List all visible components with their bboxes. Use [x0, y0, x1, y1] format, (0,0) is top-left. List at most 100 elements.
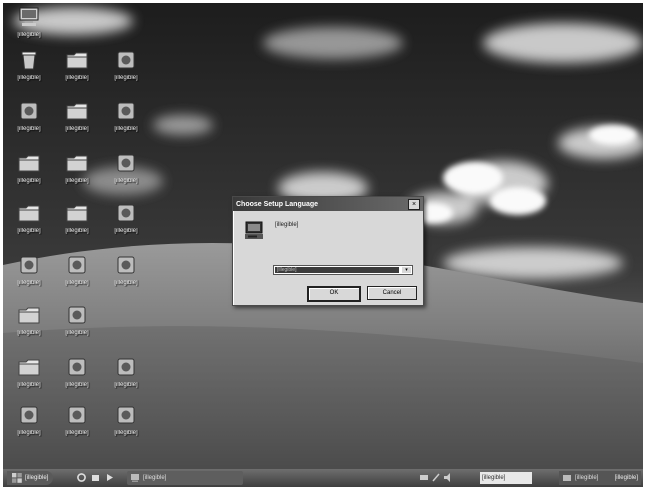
- desktop-icon-label: [illegible]: [17, 178, 41, 184]
- app-icon: [20, 256, 38, 274]
- app-icon: [20, 102, 38, 120]
- folder-icon: [66, 52, 88, 69]
- desktop-icon-r8c2[interactable]: [illegible]: [51, 403, 103, 455]
- tray-pen-icon[interactable]: [432, 473, 440, 482]
- folder-icon: [66, 155, 88, 172]
- folder-icon: [66, 205, 88, 222]
- selected-language: [illegible]: [275, 267, 399, 273]
- desktop-icon-r4c1[interactable]: [illegible]: [3, 201, 55, 253]
- desktop-icon-label: [illegible]: [17, 228, 41, 234]
- desktop-icon-label: [illegible]: [65, 382, 89, 388]
- desktop-icon-r8c3[interactable]: [illegible]: [100, 403, 152, 455]
- folder-icon: [18, 155, 40, 172]
- desktop-icon-r4c3[interactable]: [illegible]: [100, 201, 152, 253]
- recycle-bin-icon: [21, 51, 37, 70]
- desktop-icon-label: [illegible]: [17, 32, 41, 38]
- desktop-icon-label: [illegible]: [114, 178, 138, 184]
- desktop-icon-label: [illegible]: [17, 126, 41, 132]
- desktop-icon-r4c2[interactable]: [illegible]: [51, 201, 103, 253]
- app-icon: [117, 256, 135, 274]
- desktop-icon-label: [illegible]: [65, 75, 89, 81]
- ime-language-bar[interactable]: [illegible]: [480, 472, 532, 484]
- language-dropdown[interactable]: [illegible] ▾: [273, 265, 413, 275]
- desktop-icon-r6c1[interactable]: [illegible]: [3, 303, 55, 355]
- desktop-icon-label: [illegible]: [17, 75, 41, 81]
- ok-button[interactable]: OK: [307, 286, 361, 302]
- setup-icon: [131, 474, 139, 482]
- desktop-icon-r5c1[interactable]: [illegible]: [3, 253, 55, 305]
- chevron-down-icon[interactable]: ▾: [402, 267, 411, 273]
- desktop-icon-label: [illegible]: [65, 330, 89, 336]
- desktop-icon-label: [illegible]: [114, 75, 138, 81]
- cancel-button[interactable]: Cancel: [367, 286, 417, 300]
- choose-setup-language-dialog: Choose Setup Language × [illegible] [ill…: [232, 196, 424, 306]
- desktop-icon-label: [illegible]: [17, 430, 41, 436]
- folder-icon: [18, 307, 40, 324]
- close-button[interactable]: ×: [408, 198, 420, 210]
- clock[interactable]: [illegible]: [615, 471, 638, 485]
- app-icon: [117, 406, 135, 424]
- desktop-icon-label: [illegible]: [114, 382, 138, 388]
- folder-icon: [18, 359, 40, 376]
- folder-icon: [18, 205, 40, 222]
- app-icon: [117, 204, 135, 222]
- taskbar: [illegible] [illegible] [illegible] [ill…: [3, 469, 643, 487]
- desktop-icon-r7c1[interactable]: [illegible]: [3, 355, 55, 407]
- windows-logo-icon: [12, 473, 22, 483]
- desktop-icon-r5c2[interactable]: [illegible]: [51, 253, 103, 305]
- folder-icon: [66, 103, 88, 120]
- desktop-screen: [illegible] [illegible] [illegible] [illegi…: [3, 3, 643, 487]
- desktop-icon-label: [illegible]: [17, 382, 41, 388]
- desktop-icon-label: [illegible]: [114, 430, 138, 436]
- app-icon: [117, 154, 135, 172]
- app-icon: [117, 51, 135, 69]
- taskbar-task-setup[interactable]: [illegible]: [127, 471, 243, 485]
- desktop-icon-label: [illegible]: [17, 330, 41, 336]
- desktop-icon-r2c2[interactable]: [illegible]: [51, 99, 103, 151]
- media-icon[interactable]: [105, 473, 114, 482]
- desktop-icon-r7c3[interactable]: [illegible]: [100, 355, 152, 407]
- desktop-icon-label: [illegible]: [65, 126, 89, 132]
- ie-icon[interactable]: [77, 473, 86, 482]
- explorer-icon[interactable]: [91, 473, 100, 482]
- desktop-icon-r3c2[interactable]: [illegible]: [51, 151, 103, 203]
- app-icon: [68, 306, 86, 324]
- quick-launch-bar: [77, 473, 119, 482]
- start-label: [illegible]: [25, 475, 49, 481]
- computer-icon: [19, 7, 39, 26]
- setup-computer-icon: [245, 221, 263, 239]
- tray-network-icon[interactable]: [563, 474, 571, 482]
- app-icon: [68, 358, 86, 376]
- desktop-icon-r1c2[interactable]: [illegible]: [51, 48, 103, 100]
- desktop-icon-label: [illegible]: [114, 228, 138, 234]
- desktop-icon-label: [illegible]: [65, 280, 89, 286]
- desktop-icon-r1c3[interactable]: [illegible]: [100, 48, 152, 100]
- app-icon: [68, 256, 86, 274]
- desktop-icon-r6c2[interactable]: [illegible]: [51, 303, 103, 355]
- app-icon: [20, 406, 38, 424]
- desktop-icon-r7c2[interactable]: [illegible]: [51, 355, 103, 407]
- tray-label: [illegible]: [575, 475, 599, 481]
- desktop-icon-r1c1[interactable]: [illegible]: [3, 48, 55, 100]
- desktop-icon-r2c3[interactable]: [illegible]: [100, 99, 152, 151]
- desktop-icon-label: [illegible]: [114, 126, 138, 132]
- tray-volume-icon[interactable]: [444, 473, 452, 482]
- desktop-icon-r2c1[interactable]: [illegible]: [3, 99, 55, 151]
- desktop-icon-r3c3[interactable]: [illegible]: [100, 151, 152, 203]
- desktop-icon-label: [illegible]: [65, 430, 89, 436]
- desktop-icon-label: [illegible]: [65, 228, 89, 234]
- start-button[interactable]: [illegible]: [7, 471, 53, 485]
- task-button-label: [illegible]: [143, 475, 167, 481]
- dialog-titlebar[interactable]: Choose Setup Language ×: [233, 197, 423, 211]
- tray-keyboard-icon[interactable]: [420, 473, 428, 482]
- app-icon: [117, 102, 135, 120]
- desktop-icon-r3c1[interactable]: [illegible]: [3, 151, 55, 203]
- desktop-icon-label: [illegible]: [65, 178, 89, 184]
- tray-icons: [420, 473, 456, 482]
- notification-area: [illegible] [illegible]: [559, 471, 641, 485]
- desktop-icon-label: [illegible]: [17, 280, 41, 286]
- dialog-message: [illegible]: [275, 222, 299, 228]
- dialog-title: Choose Setup Language: [236, 200, 319, 208]
- desktop-icon-r8c1[interactable]: [illegible]: [3, 403, 55, 455]
- desktop-icon-r5c3[interactable]: [illegible]: [100, 253, 152, 305]
